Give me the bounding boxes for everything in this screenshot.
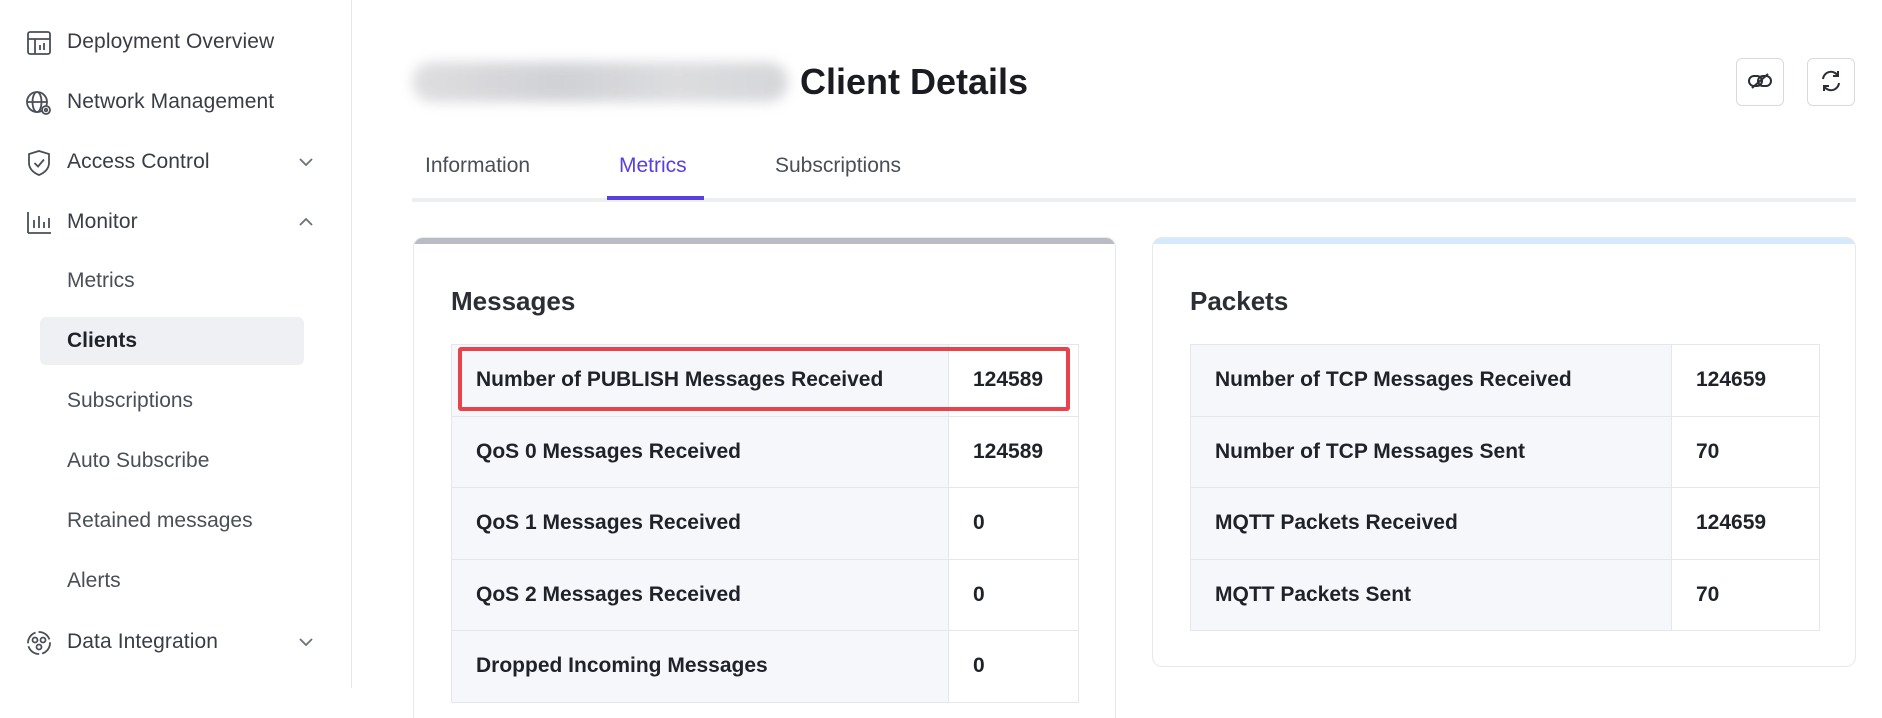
table-row: Number of PUBLISH Messages Received 1245… [451,344,1079,417]
table-row: QoS 0 Messages Received 124589 [451,415,1079,488]
sidebar-subitem-metrics[interactable]: Metrics [40,257,304,305]
tab-subscriptions[interactable]: Subscriptions [775,154,901,202]
disconnect-link-icon [1747,71,1773,94]
active-tab-indicator [607,196,704,200]
sidebar-subitem-auto-subscribe[interactable]: Auto Subscribe [40,437,304,485]
metric-value: 124659 [1671,344,1820,417]
shield-icon [24,148,54,178]
sidebar-item-monitor[interactable]: Monitor [0,192,352,252]
refresh-icon [1819,69,1843,96]
sidebar: Deployment Overview Network Management A… [0,0,352,688]
sidebar-item-label: Access Control [67,150,210,173]
sidebar-subitem-label: Alerts [67,569,121,592]
sidebar-item-label: Deployment Overview [67,30,275,53]
metric-name: QoS 2 Messages Received [451,558,949,631]
page-title: Client Details [412,56,1028,108]
sidebar-item-label: Network Management [67,90,275,113]
table-row: MQTT Packets Received 124659 [1190,487,1820,560]
sidebar-item-network-management[interactable]: Network Management [0,72,352,132]
table-row: Number of TCP Messages Sent 70 [1190,415,1820,488]
table-row: Number of TCP Messages Received 124659 [1190,344,1820,417]
disconnect-button[interactable] [1736,58,1784,106]
metric-name: Number of TCP Messages Sent [1190,415,1672,488]
data-integration-icon [24,628,54,658]
metric-value: 124659 [1671,487,1820,560]
metric-value: 0 [948,630,1079,703]
table-row: Dropped Incoming Messages 0 [451,630,1079,703]
chevron-down-icon [296,632,316,652]
messages-table: Number of PUBLISH Messages Received 1245… [451,344,1079,703]
metric-name: MQTT Packets Received [1190,487,1672,560]
sidebar-subitem-label: Clients [67,329,138,352]
sidebar-item-access-control[interactable]: Access Control [0,132,352,192]
metric-name: Number of PUBLISH Messages Received [451,344,949,417]
metric-value: 124589 [948,415,1079,488]
sidebar-item-label: Monitor [67,210,138,233]
card-accent-bar [414,238,1115,244]
tab-information[interactable]: Information [425,154,530,202]
metric-name: Number of TCP Messages Received [1190,344,1672,417]
metric-name: QoS 0 Messages Received [451,415,949,488]
metric-value: 124589 [948,344,1079,417]
packets-card-title: Packets [1190,286,1289,316]
card-accent-bar [1153,238,1855,244]
sidebar-subitem-label: Subscriptions [67,389,194,412]
metric-value: 0 [948,558,1079,631]
sidebar-item-label: Data Integration [67,630,219,653]
sidebar-subitem-label: Metrics [67,269,135,292]
chevron-up-icon [296,212,316,232]
tab-metrics[interactable]: Metrics [619,154,687,202]
sidebar-item-data-integration[interactable]: Data Integration [0,612,352,672]
metric-name: Dropped Incoming Messages [451,630,949,703]
metric-name: MQTT Packets Sent [1190,558,1672,631]
messages-card: Messages Number of PUBLISH Messages Rece… [413,237,1116,718]
sidebar-subitem-label: Retained messages [67,509,253,532]
metric-name: QoS 1 Messages Received [451,487,949,560]
table-row: QoS 1 Messages Received 0 [451,487,1079,560]
sidebar-subitem-label: Auto Subscribe [67,449,210,472]
table-row: MQTT Packets Sent 70 [1190,558,1820,631]
metric-value: 70 [1671,558,1820,631]
packets-card: Packets Number of TCP Messages Received … [1152,237,1856,667]
table-row: QoS 2 Messages Received 0 [451,558,1079,631]
sidebar-subitem-alerts[interactable]: Alerts [40,557,304,605]
packets-table: Number of TCP Messages Received 124659 N… [1190,344,1820,631]
chevron-down-icon [296,152,316,172]
tab-bar: Information Metrics Subscriptions [412,140,1856,202]
messages-card-title: Messages [451,286,576,316]
monitor-chart-icon [24,208,54,238]
metric-value: 70 [1671,415,1820,488]
sidebar-subitem-retained-messages[interactable]: Retained messages [40,497,304,545]
sidebar-subitem-subscriptions[interactable]: Subscriptions [40,377,304,425]
refresh-button[interactable] [1807,58,1855,106]
page-title-text: Client Details [800,61,1029,102]
sidebar-item-deployment-overview[interactable]: Deployment Overview [0,12,352,72]
deployment-overview-icon [24,28,54,58]
client-id-redacted [412,62,788,102]
sidebar-subitem-clients[interactable]: Clients [40,317,304,365]
network-management-icon [24,88,54,118]
metric-value: 0 [948,487,1079,560]
